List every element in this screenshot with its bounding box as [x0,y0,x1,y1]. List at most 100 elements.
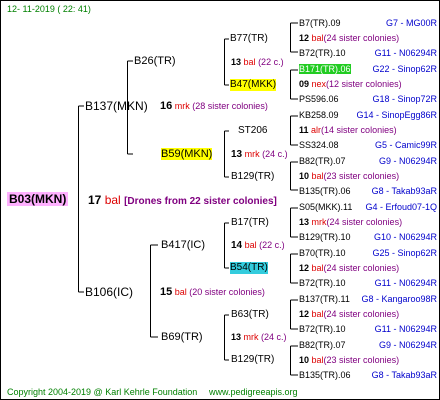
connector-gen2-b [224,130,229,178]
gen4-generation-code: G5 - Camic99R [374,140,437,150]
gen3-queen-1[interactable]: B77(TR) [230,33,268,45]
gen2-queen-3[interactable]: B417(IC) [161,239,205,251]
gen3-count-1: 13 [231,57,242,67]
gen4-generation-code: G7 - MG00R [385,18,437,28]
gen4-note: (23 sister colonies) [323,171,400,181]
gen4-generation-code: G4 - Erfoud07-1Q [365,202,437,212]
gen4-info: 12 bal(24 sister colonies) [299,32,399,44]
gen4-info: 12 bal(24 sister colonies) [299,262,399,274]
gen2-queen-1[interactable]: B26(TR) [134,55,176,67]
gen3-queen-8[interactable]: B129(TR) [231,354,274,366]
gen4-queen-row[interactable]: S05(MKK).11 G4 - Erfoud07-1Q [299,201,437,213]
gen1-race-1: mrk [174,101,190,111]
gen4-info: 12 bal(24 sister colonies) [299,308,399,320]
gen4-queen-name: B7(TR).09 [299,18,341,28]
root-sister-count: 17 [88,193,102,207]
gen4-queen-row[interactable]: B129(TR).10 G10 - N06294R [299,231,437,243]
gen2-note-3: (22 c.) [259,240,285,250]
gen4-info: 09 nex(12 sister colonies) [299,78,402,90]
gen2-queen-2[interactable]: B59(MKN) [161,148,213,160]
footer-copyright: Copyright 2004-2019 @ Karl Kehrle Founda… [7,387,198,397]
gen4-queen-row[interactable]: B82(TR).07 G9 - N06294R [299,155,437,167]
gen2-race-3: bal [244,240,257,250]
connector-gen2-a [224,38,229,86]
gen3-note-7: (24 c.) [261,332,287,342]
gen3-note-1: (22 c.) [258,57,284,67]
gen4-queen-row[interactable]: B72(TR).10 G11 - N06294R [299,323,437,335]
connector-gen3-5 [290,207,298,238]
gen4-note: (23 sister colonies) [323,355,400,365]
gen4-generation-code: G10 - N06294R [373,232,437,242]
gen2-queen-4[interactable]: B69(TR) [161,331,203,343]
gen4-note: (24 sister colonies) [323,309,400,319]
gen4-queen-name: B72(TR).10 [299,278,346,288]
gen4-note: (14 sister colonies) [321,125,397,135]
gen4-queen-name: B72(TR).10 [299,324,346,334]
gen4-queen-row[interactable]: B7(TR).09 G7 - MG00R [299,17,437,29]
gen4-queen-name: B135(TR).06 [299,370,351,380]
gen2-count-3: 14 [231,240,243,251]
gen4-queen-row[interactable]: B70(TR).10 G25 - Sinop62R [299,247,437,259]
timestamp: 12- 11-2019 ( 22: 41) [7,4,91,14]
gen4-queen-row[interactable]: KB258.09 G14 - SinopEgg86R [299,109,437,121]
gen3-info-7: 13 mrk (24 c.) [231,331,287,343]
gen1-info-2: 15 bal (20 sister colonies) [160,286,265,298]
gen4-race: nex [311,79,327,89]
gen3-queen-7[interactable]: B63(TR) [231,309,269,321]
gen4-queen-name: SS324.08 [299,140,339,150]
connector-gen3-6 [290,253,298,284]
gen4-generation-code: G25 - Sinop62R [372,248,437,258]
gen4-queen-row[interactable]: B137(TR).11 G8 - Kangaroo98R [299,293,437,305]
gen4-note: (24 sister colonies) [326,217,403,227]
gen4-queen-row[interactable]: B82(TR).07 G9 - N06294R [299,339,437,351]
gen4-queen-name: B72(TR).10 [299,48,346,58]
gen3-queen-4[interactable]: B129(TR) [231,171,274,183]
gen4-count: 10 [299,171,310,181]
gen4-generation-code: G18 - Sinop72R [372,94,437,104]
connector-gen3-8 [290,345,298,376]
gen4-info: 13 mrk(24 sister colonies) [299,216,402,228]
connector-root [78,105,84,293]
gen1-queen-2[interactable]: B106(IC) [85,285,133,299]
connector-gen3-3 [290,115,298,146]
connector-gen3-7 [290,299,298,330]
gen4-queen-row[interactable]: B171(TR).06 G22 - Sinop62R [299,63,437,75]
gen2-info-2: 13 mrk (24 c.) [231,148,288,161]
gen4-race: alr [311,125,322,135]
gen4-queen-row[interactable]: B72(TR).10 G11 - N06294R [299,277,437,289]
gen4-queen-row[interactable]: B72(TR).10 G11 - N06294R [299,47,437,59]
gen3-race-7: mrk [243,332,259,342]
gen4-info: 11 alr(14 sister colonies) [299,124,397,136]
gen4-info: 10 bal(23 sister colonies) [299,170,399,182]
gen4-queen-row[interactable]: B135(TR).06 G8 - Takab93aR [299,185,437,197]
gen4-queen-row[interactable]: B135(TR).06 G8 - Takab93aR [299,369,437,381]
gen4-note: (12 sister colonies) [326,79,402,89]
gen4-generation-code: G8 - Takab93aR [371,186,437,196]
gen4-generation-code: G14 - SinopEgg86R [356,110,437,120]
gen4-race: bal [311,33,324,43]
gen4-race: mrk [311,217,327,227]
gen3-queen-2[interactable]: B47(MKK) [230,79,277,91]
gen1-queen-1[interactable]: B137(MKN) [85,99,148,113]
gen1-note-2: (20 sister colonies) [189,287,265,297]
gen4-queen-name: B129(TR).10 [299,232,351,242]
gen3-queen-3[interactable]: ST206 [238,125,267,137]
root-queen[interactable]: B03(MKN) [7,192,69,206]
gen4-queen-row[interactable]: PS596.06 G18 - Sinop72R [299,93,437,105]
gen2-race-2: mrk [244,149,260,159]
footer-site-link[interactable]: www.pedigreeapis.org [209,386,298,398]
gen4-generation-code: G8 - Takab93aR [371,370,437,380]
gen4-race: bal [311,309,324,319]
connector-gen1-b [150,244,158,338]
gen4-queen-name: B171(TR).06 [299,64,351,74]
gen4-count: 12 [299,263,310,273]
gen4-count: 13 [299,217,310,227]
root-drone-note: [Drones from 22 sister colonies] [124,196,277,207]
gen4-queen-name: B82(TR).07 [299,156,346,166]
gen2-note-2: (24 c.) [262,149,288,159]
gen4-queen-row[interactable]: SS324.08 G5 - Camic99R [299,139,437,151]
gen1-note-1: (28 sister colonies) [192,101,268,111]
gen4-queen-name: B82(TR).07 [299,340,346,350]
gen3-queen-6[interactable]: B54(TR) [230,262,268,274]
gen3-queen-5[interactable]: B17(TR) [231,217,269,229]
